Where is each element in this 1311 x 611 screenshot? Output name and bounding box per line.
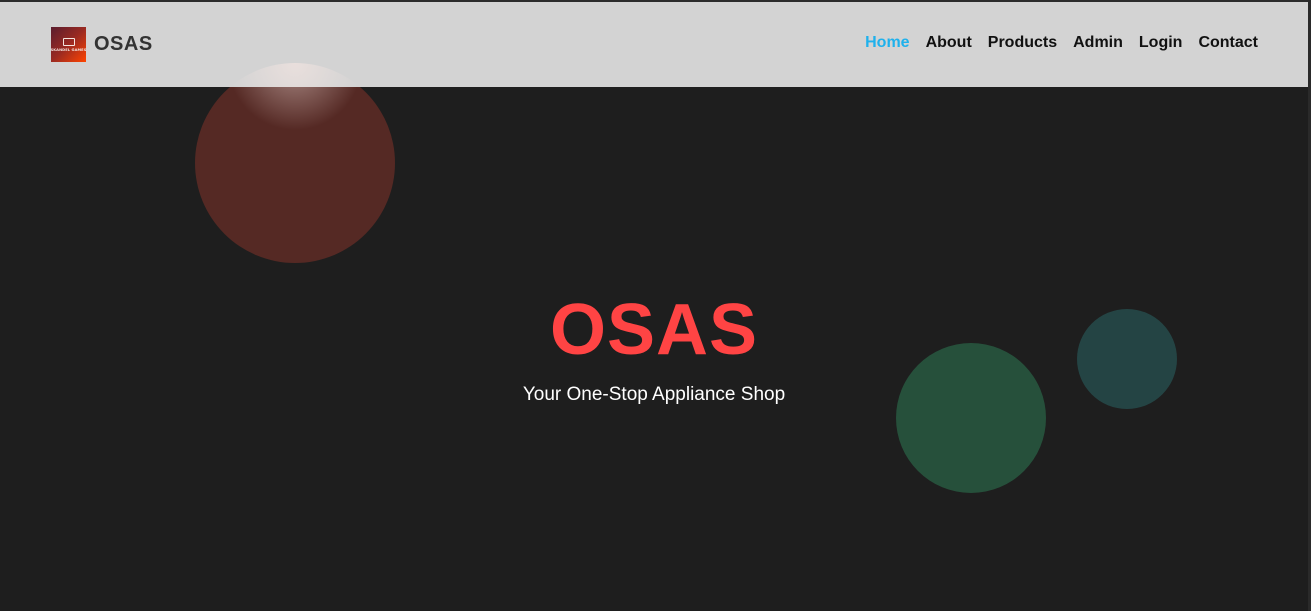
navbar: SKANDEL GAMES OSAS Home About Products A…	[0, 2, 1308, 87]
nav-home[interactable]: Home	[865, 34, 909, 52]
nav-menu: Home About Products Admin Login Contact	[865, 34, 1258, 52]
nav-admin[interactable]: Admin	[1073, 34, 1123, 52]
nav-about[interactable]: About	[926, 34, 972, 52]
hero-title: OSAS	[549, 290, 759, 370]
logo-text: SKANDEL GAMES	[50, 47, 87, 52]
hero-tagline: Your One-Stop Appliance Shop	[522, 384, 786, 405]
nav-contact[interactable]: Contact	[1198, 34, 1258, 52]
page: SKANDEL GAMES OSAS Home About Products A…	[0, 0, 1311, 611]
hero-section: OSAS Your One-Stop Appliance Shop	[0, 290, 1308, 406]
brand-name: OSAS	[94, 33, 153, 55]
decorative-circle-red	[195, 63, 395, 263]
nav-login[interactable]: Login	[1139, 34, 1183, 52]
top-border	[0, 0, 1311, 2]
logo: SKANDEL GAMES	[51, 27, 86, 62]
brand-link[interactable]: SKANDEL GAMES OSAS	[51, 27, 153, 62]
monitor-icon	[62, 37, 75, 46]
nav-products[interactable]: Products	[988, 34, 1057, 52]
